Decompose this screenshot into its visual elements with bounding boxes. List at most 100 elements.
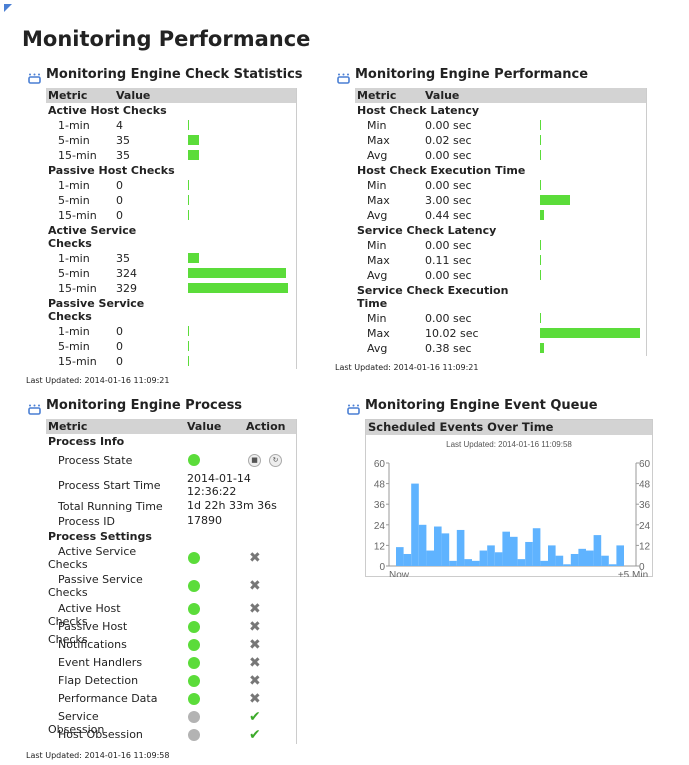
y-tick-label: 24 [374,521,386,532]
metric-value: 0.11 sec [425,254,472,267]
last-updated: Last Updated: 2014-01-16 11:09:21 [335,363,479,372]
section-label: Process Settings [48,530,152,543]
value-bar [540,313,541,323]
metric-label: Active Service Checks [48,545,137,571]
y-tick-label: 12 [374,541,386,552]
metric-value: 0 [116,209,123,222]
metric-value: 0 [116,355,123,368]
table-row: 15-min 0 [46,208,296,223]
value-bar [540,270,541,280]
status-enabled-icon [188,675,200,687]
chart-bar [525,541,533,566]
table-row: Active Service Checks ✖ [46,544,296,572]
value-bar [540,210,544,220]
metric-value: 2014-01-14 12:36:22 [187,472,251,498]
value-bar [188,268,286,278]
section-label: Passive Service Checks [48,297,145,323]
panel-title: Monitoring Engine Event Queue [365,398,598,413]
metric-label: 1-min [58,252,90,265]
dashlet-icon [28,73,41,84]
table-row: Passive Host Checks ✖ [46,618,296,646]
chart-bar [570,553,579,566]
stop-button[interactable]: ■ [248,454,261,467]
chart-bar [517,559,526,566]
status-disabled-icon [188,729,200,741]
metric-value: 0 [116,340,123,353]
metric-value: 0.00 sec [425,269,472,282]
y-tick-label-right: 36 [639,500,651,511]
metric-label: Max [367,194,390,207]
value-bar [540,328,640,338]
metric-value: 0.00 sec [425,312,472,325]
table-row: 15-min 35 [46,148,296,163]
disable-button[interactable]: ✖ [249,602,261,616]
value-bar [188,195,189,205]
table-row: Max 3.00 sec [355,193,646,208]
value-bar [188,180,189,190]
status-enabled-icon [188,580,200,592]
table-row: Passive Service Checks ✖ [46,572,296,600]
table-header: Metric Value Action [46,419,296,434]
section-label: Active Host Checks [48,104,167,117]
value-bar [188,150,199,160]
table-row: Max 0.11 sec [355,253,646,268]
status-enabled-icon [188,693,200,705]
y-tick-label: 36 [374,500,386,511]
status-enabled-icon [188,552,200,564]
stats-table: Metric Value Active Host Checks 1-min 4 5-min… [46,88,297,369]
enable-button[interactable]: ✔ [249,710,261,724]
table-row: Max 10.02 sec [355,326,646,341]
metric-value: 4 [116,119,123,132]
metric-label: Avg [367,342,388,355]
disable-button[interactable]: ✖ [249,656,261,670]
section-label: Passive Host Checks [48,164,175,177]
value-bar [188,283,288,293]
status-running-icon [188,454,200,466]
disable-button[interactable]: ✖ [249,692,261,706]
value-bar [188,341,189,351]
table-row: 15-min 0 [46,354,296,369]
metric-value: 10.02 sec [425,327,479,340]
table-row: Min 0.00 sec [355,178,646,193]
metric-label: Min [367,179,387,192]
metric-label: Max [367,327,390,340]
metric-label: Host Obsession [58,728,143,741]
chart-bar [548,545,556,566]
metric-label: 15-min [58,282,97,295]
chart-bar [586,550,594,566]
chart-bar [418,524,427,566]
chart-bar [510,536,518,566]
disable-button[interactable]: ✖ [249,579,261,593]
x-tick-label: Now [389,570,410,577]
page-title: Monitoring Performance [22,27,311,51]
metric-value: 0 [116,179,123,192]
metric-value: 1d 22h 33m 36s [187,499,277,512]
restart-button[interactable]: ↻ [269,454,282,467]
last-updated: Last Updated: 2014-01-16 11:09:21 [26,376,170,385]
x-tick-label: +5 Min [618,570,648,577]
value-bar [188,120,189,130]
chart-title: Scheduled Events Over Time [366,420,652,435]
col-metric: Metric [48,420,88,433]
table-row: 5-min 324 [46,266,296,281]
section-label: Service Check Execution Time [357,284,509,310]
chart-bar [396,547,404,566]
disable-button[interactable]: ✖ [249,620,261,634]
stats-table: Metric Value Host Check Latency Min 0.00 sec… [355,88,647,356]
status-enabled-icon [188,639,200,651]
enable-button[interactable]: ✔ [249,728,261,742]
metric-label: 1-min [58,179,90,192]
col-metric: Metric [48,89,88,102]
disable-button[interactable]: ✖ [249,638,261,652]
disable-button[interactable]: ✖ [249,551,261,565]
metric-label: Performance Data [58,692,158,705]
disable-button[interactable]: ✖ [249,674,261,688]
value-bar [188,135,199,145]
y-tick-label: 60 [374,459,386,470]
panel-title: Monitoring Engine Process [46,398,243,413]
metric-value: 0.38 sec [425,342,472,355]
table-row: 1-min 4 [46,118,296,133]
events-chart: Last Updated: 2014-01-16 11:09:580 012 122… [374,440,651,577]
chart-bar [494,552,503,566]
value-bar [540,120,541,130]
